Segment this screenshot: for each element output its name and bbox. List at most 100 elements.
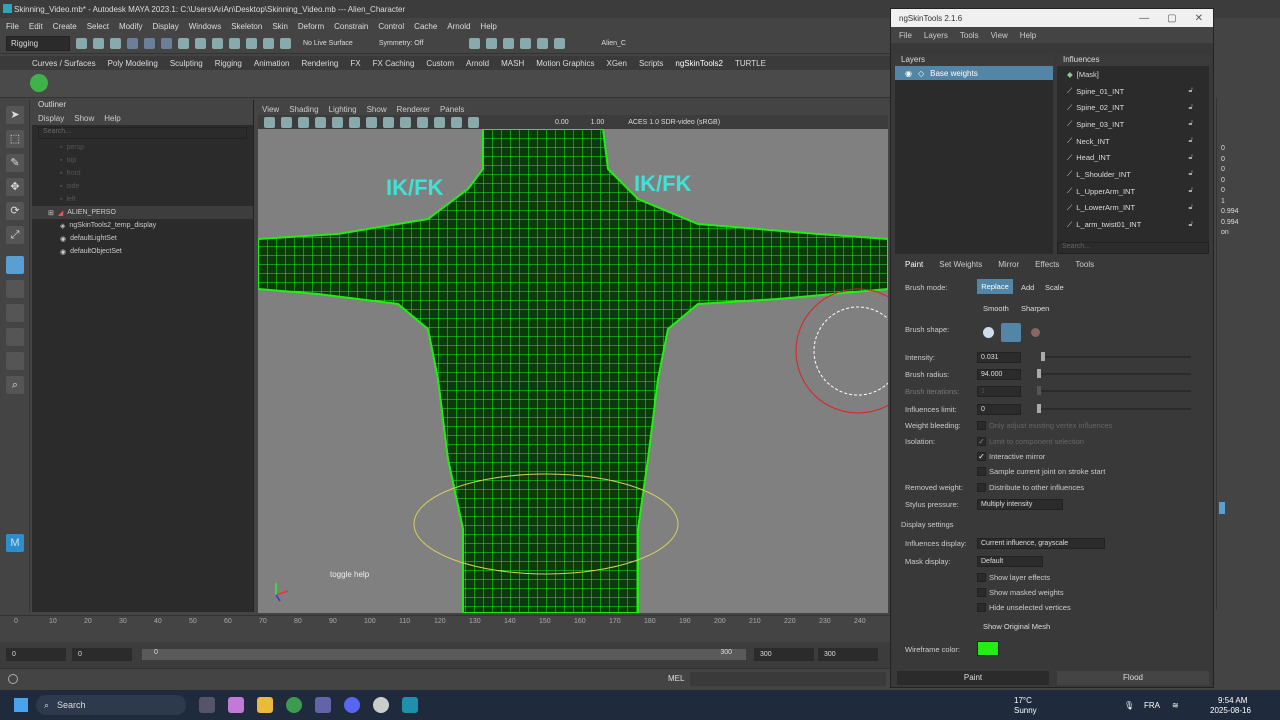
language-indicator[interactable]: FRA [1144, 701, 1160, 710]
shelf-tab-ngskintools[interactable]: ngSkinTools2 [675, 59, 723, 68]
layer-editor-box[interactable] [1219, 502, 1225, 514]
camera-attr-icon[interactable] [281, 116, 292, 128]
app-icon[interactable] [373, 697, 389, 713]
move-tool-icon[interactable]: ✥ [6, 178, 24, 196]
outliner-menu-display[interactable]: Display [38, 114, 64, 123]
shelf-tab-mash[interactable]: MASH [501, 59, 524, 68]
distribute-checkbox[interactable] [977, 483, 986, 492]
outliner-item[interactable]: ⊞ ◢ ALIEN_PERSO [32, 206, 253, 219]
shelf-tab-custom[interactable]: Custom [426, 59, 454, 68]
mode-sharpen-button[interactable]: Sharpen [1021, 304, 1049, 313]
menu-deform[interactable]: Deform [298, 22, 324, 31]
range-bar[interactable]: 0 300 [142, 649, 746, 660]
outliner-layout-icon[interactable] [6, 304, 24, 322]
brush-radius-field[interactable]: 94.000 [977, 369, 1021, 380]
search-icon[interactable]: ⌕ [6, 376, 24, 394]
mode-scale-button[interactable]: Scale [1045, 283, 1064, 292]
open-scene-icon[interactable] [93, 38, 104, 49]
menu-file[interactable]: File [6, 22, 19, 31]
select-tool-icon[interactable]: ➤ [6, 106, 24, 124]
menu-help[interactable]: Help [480, 22, 496, 31]
shelf-tab-poly[interactable]: Poly Modeling [108, 59, 158, 68]
shelf-tab-rendering[interactable]: Rendering [301, 59, 338, 68]
intensity-slider[interactable] [1041, 352, 1191, 361]
maya-taskbar-icon[interactable] [402, 697, 418, 713]
wireframe-icon[interactable] [366, 116, 377, 128]
toggle-help[interactable]: toggle help [330, 570, 370, 579]
grid-icon[interactable] [332, 116, 343, 128]
ipr-icon[interactable] [503, 38, 515, 49]
shelf-tab-motion-graphics[interactable]: Motion Graphics [536, 59, 594, 68]
viewport-menu-show[interactable]: Show [367, 105, 387, 114]
menu-edit[interactable]: Edit [29, 22, 43, 31]
ikfk-label-right[interactable]: IK/FK [634, 171, 692, 196]
clock-time[interactable]: 9:54 AM [1218, 696, 1247, 705]
hypershade-icon[interactable] [537, 38, 549, 49]
menu-skin[interactable]: Skin [272, 22, 288, 31]
outliner-item[interactable]: ◈ ngSkinTools2_temp_display [32, 219, 253, 232]
menu-arnold[interactable]: Arnold [447, 22, 470, 31]
outliner-item[interactable]: ▪ side [32, 180, 253, 193]
brush-shape-solid-icon[interactable] [983, 327, 994, 338]
shelf-tab-xgen[interactable]: XGen [606, 59, 626, 68]
menu-windows[interactable]: Windows [189, 22, 221, 31]
shadows-icon[interactable] [434, 116, 445, 128]
3d-viewport[interactable]: IK/FK IK/FK toggle help [258, 129, 888, 613]
brush-iterations-slider[interactable] [1037, 386, 1191, 395]
gamma-value[interactable]: 1.00 [591, 119, 605, 126]
snap-grid-icon[interactable] [178, 38, 189, 49]
bookmark-icon[interactable] [298, 116, 309, 128]
brush-shape-gaussian-icon[interactable] [1031, 328, 1040, 337]
weight-bleeding-checkbox[interactable] [977, 421, 986, 430]
outliner-item[interactable]: ▪ front [32, 167, 253, 180]
menuset-dropdown[interactable]: Rigging [6, 36, 70, 51]
range-start2-field[interactable]: 0 [72, 648, 132, 661]
character-wireframe[interactable]: IK/FK IK/FK toggle help [258, 129, 888, 613]
command-input[interactable] [690, 672, 886, 686]
windows-start-icon[interactable] [14, 698, 28, 712]
isolation-checkbox[interactable]: ✓ [977, 437, 986, 446]
menu-create[interactable]: Create [53, 22, 77, 31]
custom-layout-icon[interactable] [6, 352, 24, 370]
live-surface-label[interactable]: No Live Surface [303, 40, 353, 47]
ngskintools-shelf-icon[interactable] [30, 74, 48, 92]
file-explorer-icon[interactable] [257, 697, 273, 713]
shelf-tab-arnold[interactable]: Arnold [466, 59, 489, 68]
outliner-menu-help[interactable]: Help [104, 114, 120, 123]
film-gate-icon[interactable] [349, 116, 360, 128]
influences-display-dropdown[interactable]: Current influence, grayscale [977, 538, 1105, 549]
shelf-tab-sculpting[interactable]: Sculpting [170, 59, 203, 68]
scale-tool-icon[interactable]: ⤢ [6, 226, 24, 244]
viewport-menu-shading[interactable]: Shading [289, 105, 318, 114]
outliner-item[interactable]: ◉ defaultObjectSet [32, 245, 253, 258]
range-end2-field[interactable]: 300 [818, 648, 878, 661]
menu-constrain[interactable]: Constrain [334, 22, 368, 31]
outliner-item[interactable]: ▪ left [32, 193, 253, 206]
mask-display-dropdown[interactable]: Default [977, 556, 1043, 567]
render-view-icon[interactable] [469, 38, 481, 49]
shelf-tab-fx[interactable]: FX [350, 59, 360, 68]
textured-icon[interactable] [400, 116, 411, 128]
menu-skeleton[interactable]: Skeleton [231, 22, 262, 31]
shelf-tab-curves[interactable]: Curves / Surfaces [32, 59, 96, 68]
menu-cache[interactable]: Cache [414, 22, 437, 31]
outliner-item[interactable]: ◉ defaultLightSet [32, 232, 253, 245]
lights-icon[interactable] [417, 116, 428, 128]
shelf-tab-animation[interactable]: Animation [254, 59, 290, 68]
menu-control[interactable]: Control [378, 22, 404, 31]
chrome-icon[interactable] [286, 697, 302, 713]
paint-select-icon[interactable]: ✎ [6, 154, 24, 172]
arnold-render-icon[interactable] [554, 38, 566, 49]
snap-curve-icon[interactable] [195, 38, 206, 49]
graph-layout-icon[interactable] [6, 328, 24, 346]
time-slider[interactable]: 0 10 20 30 40 50 60 70 80 90 100 110 120 130 140 150 160… [0, 615, 890, 641]
isolate-icon[interactable] [468, 116, 479, 128]
snap-live-icon[interactable] [246, 38, 257, 49]
history-icon[interactable] [263, 38, 274, 49]
workspace-label[interactable]: Alien_C [601, 40, 626, 47]
viewport-menu-renderer[interactable]: Renderer [397, 105, 430, 114]
colorspace-dropdown[interactable]: ACES 1.0 SDR-video (sRGB) [628, 119, 720, 126]
shelf-tab-fx-caching[interactable]: FX Caching [373, 59, 415, 68]
outliner-menu-show[interactable]: Show [74, 114, 94, 123]
select-object-icon[interactable] [144, 38, 155, 49]
